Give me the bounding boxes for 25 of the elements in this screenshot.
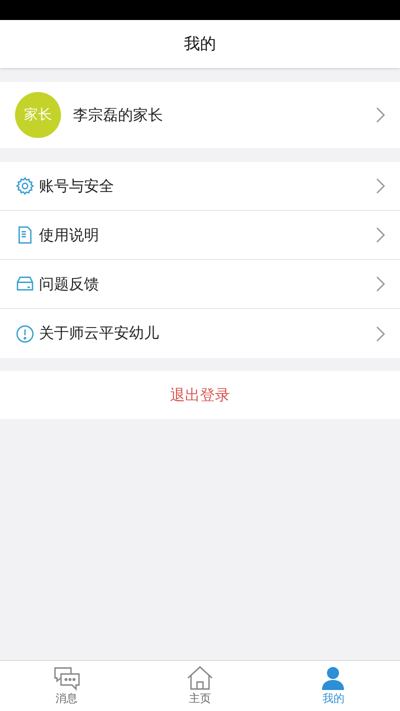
chevron-right-icon — [375, 227, 385, 243]
tab[interactable]: 消息 — [0, 661, 134, 711]
chevron-right-icon — [375, 178, 385, 194]
profile-row[interactable]: 家长 李宗磊的家长 — [0, 82, 400, 148]
menu-item[interactable]: 问题反馈 — [0, 260, 400, 309]
home-icon — [186, 664, 214, 691]
page-title: 我的 — [184, 33, 216, 55]
menu-label: 使用说明 — [39, 224, 100, 246]
chevron-right-icon — [375, 107, 385, 123]
logout-button[interactable]: 退出登录 — [0, 371, 400, 419]
profile-name: 李宗磊的家长 — [73, 104, 164, 126]
menu-label: 账号与安全 — [39, 176, 115, 197]
menu-item[interactable]: 使用说明 — [0, 211, 400, 260]
menu-label: 关于师云平安幼儿 — [39, 323, 160, 344]
menu-item[interactable]: 账号与安全 — [0, 162, 400, 211]
tab[interactable]: 我的 — [266, 661, 400, 711]
settings-icon — [15, 176, 35, 196]
chat-bubbles-icon — [52, 664, 81, 691]
chevron-right-icon — [375, 326, 385, 342]
tab[interactable]: 主页 — [133, 661, 267, 711]
exclamation-icon — [15, 324, 35, 344]
avatar: 家长 — [15, 92, 61, 138]
chevron-right-icon — [375, 276, 385, 292]
menu-item[interactable]: 关于师云平安幼儿 — [0, 309, 400, 358]
menu-label: 问题反馈 — [39, 274, 100, 295]
